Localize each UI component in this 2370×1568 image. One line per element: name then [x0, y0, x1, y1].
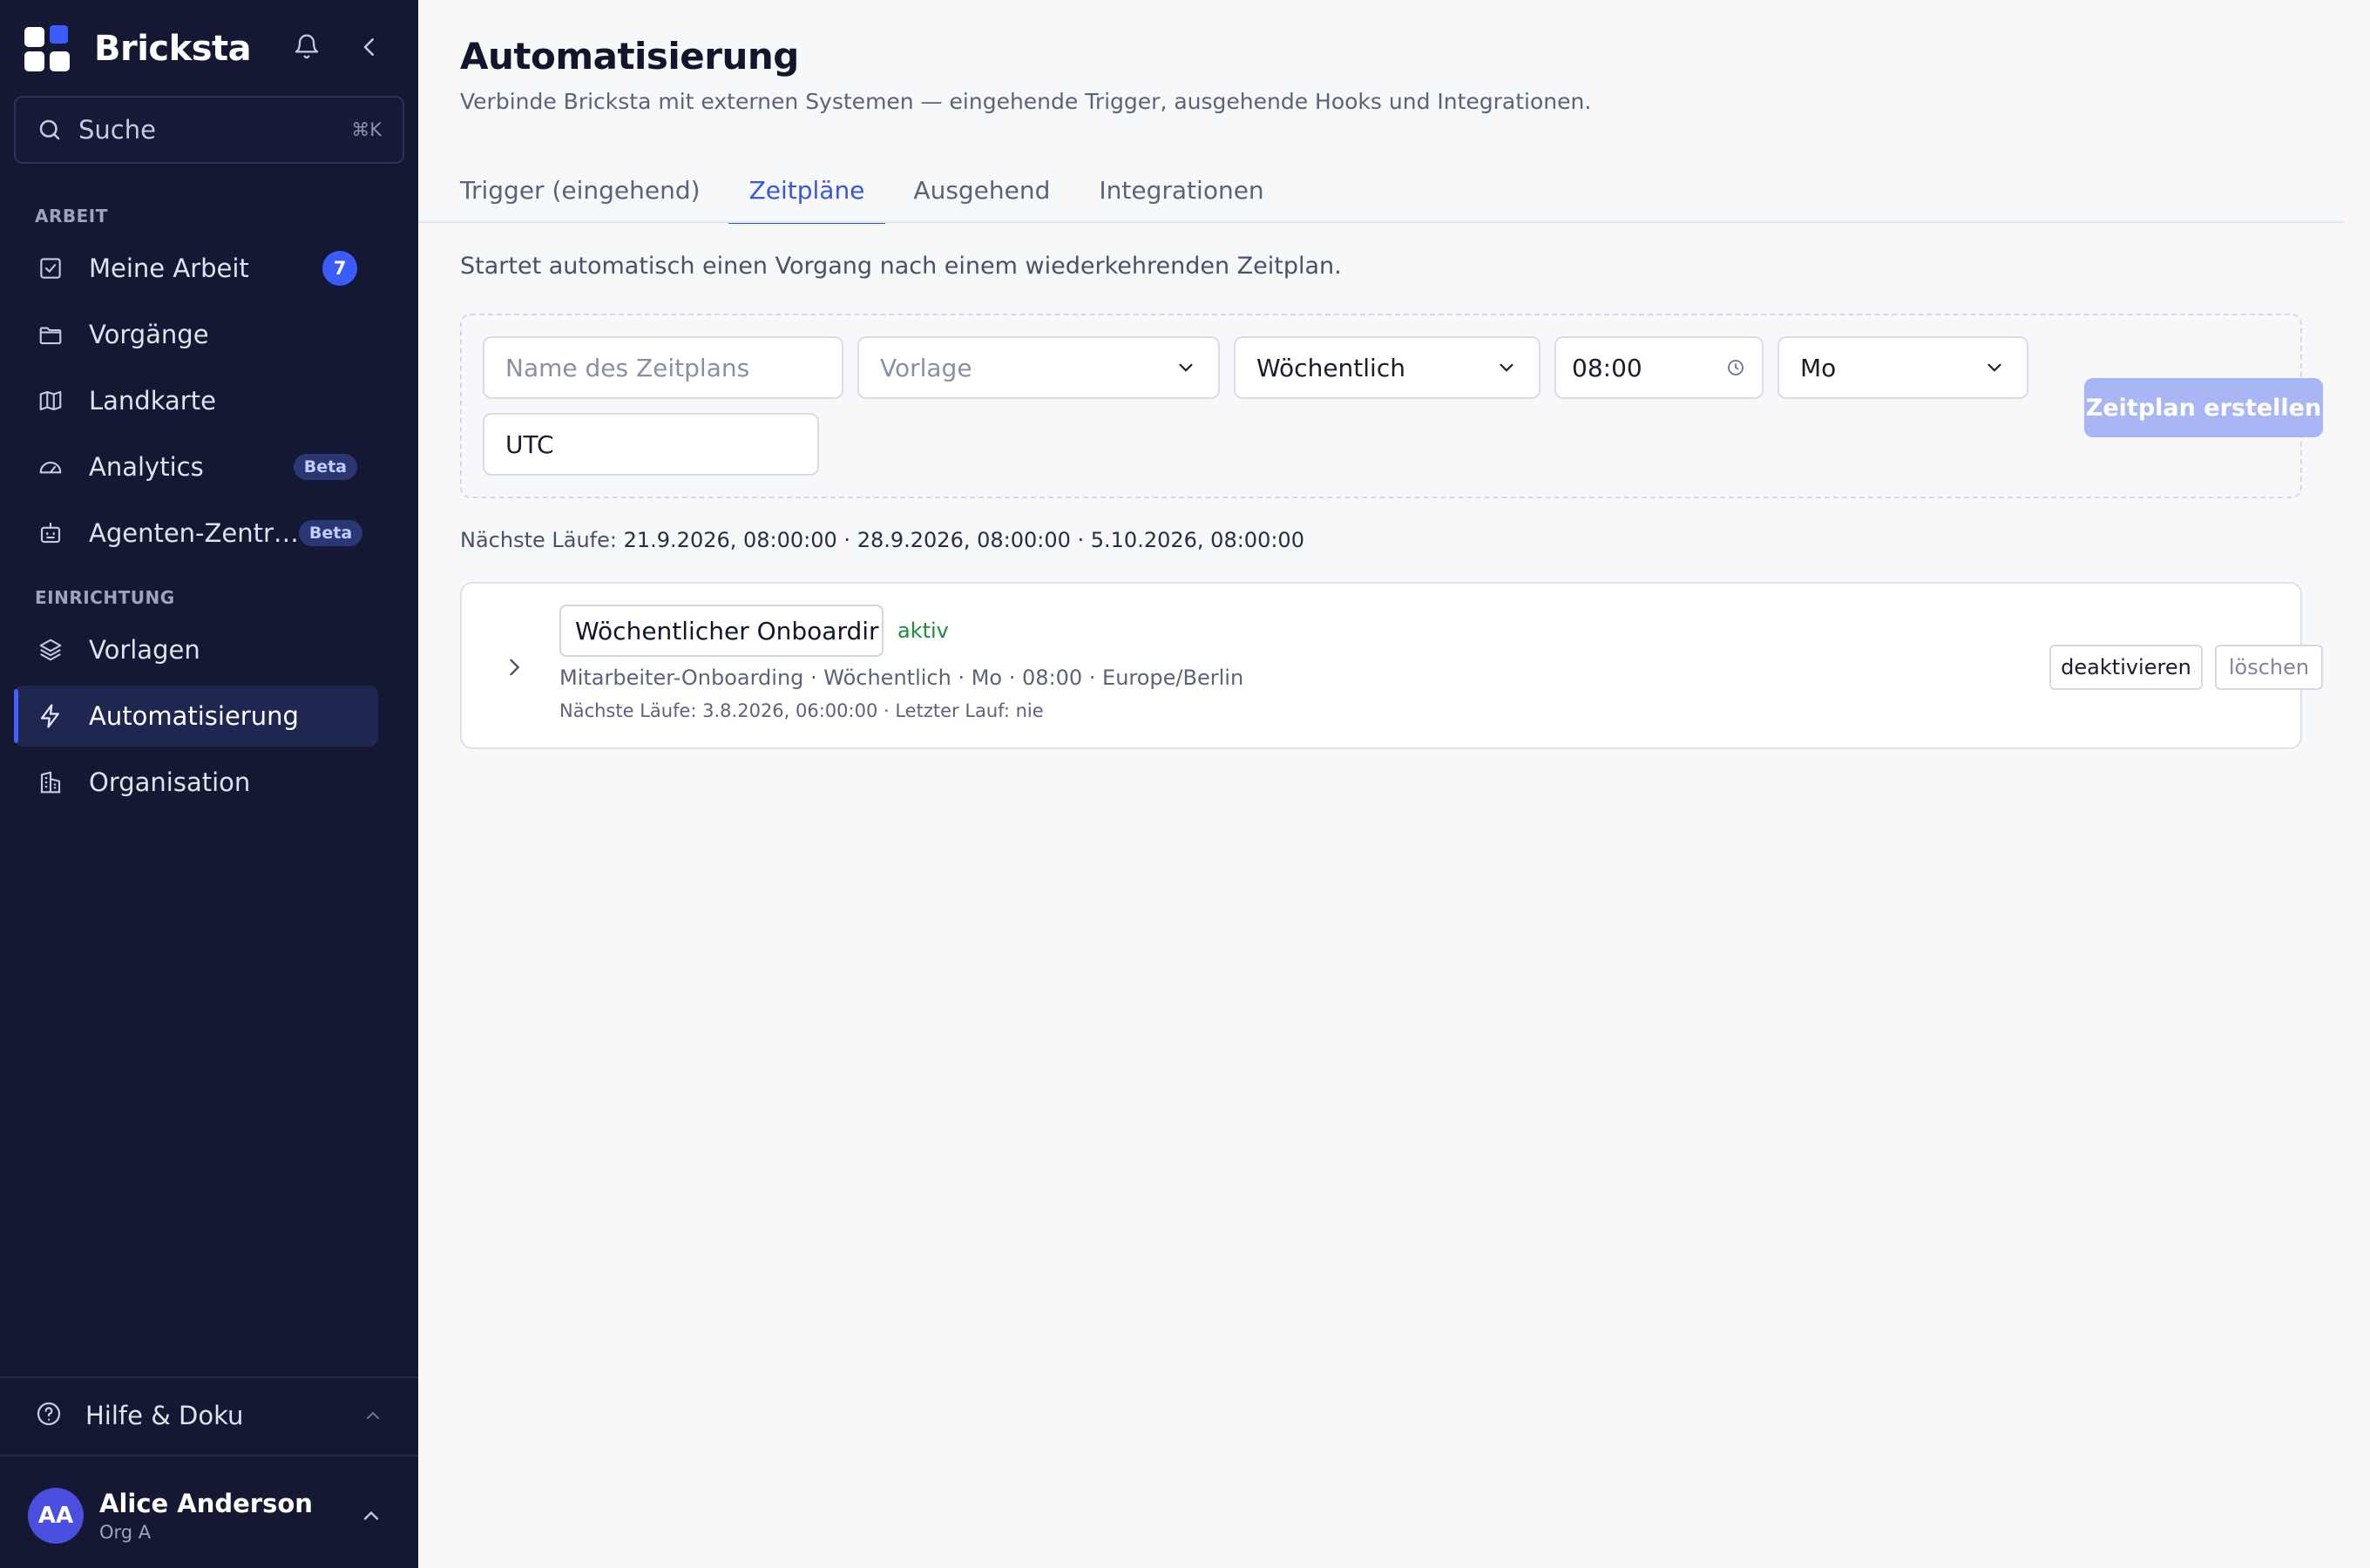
frequency-value: Wöchentlich: [1256, 353, 1405, 382]
brand-name: Bricksta: [94, 29, 252, 69]
template-select[interactable]: Vorlage: [857, 336, 1220, 399]
sidebar-item-processes[interactable]: Vorgänge: [14, 304, 378, 365]
search-icon: [39, 119, 60, 140]
sidebar-item-label: Meine Arbeit: [89, 253, 249, 283]
next-runs-values: 21.9.2026, 08:00:00 · 28.9.2026, 08:00:0…: [623, 528, 1304, 552]
bricksta-logo-icon: [24, 25, 71, 72]
sidebar: Bricksta Suche ⌘K ARBEIT Meine Arbeit 7 …: [0, 0, 418, 1568]
chevron-up-icon: [362, 1405, 383, 1426]
section-label-work: ARBEIT: [35, 206, 108, 226]
sidebar-item-label: Organisation: [89, 767, 251, 797]
time-input[interactable]: 08:00: [1554, 336, 1764, 399]
search-input[interactable]: Suche ⌘K: [14, 96, 404, 164]
search-label: Suche: [78, 115, 156, 145]
page-title: Automatisierung: [460, 35, 799, 78]
sidebar-item-map[interactable]: Landkarte: [14, 370, 378, 431]
tab-integrations[interactable]: Integrationen: [1078, 157, 1284, 223]
schedule-name-input[interactable]: Name des Zeitplans: [483, 336, 843, 399]
next-runs-preview: Nächste Läufe: 21.9.2026, 08:00:00 · 28.…: [460, 528, 1304, 552]
next-runs-label: Nächste Läufe:: [460, 528, 617, 552]
help-docs-button[interactable]: Hilfe & Doku: [14, 1385, 404, 1446]
folder-icon: [35, 319, 66, 350]
create-schedule-button[interactable]: Zeitplan erstellen: [2084, 378, 2323, 437]
robot-icon: [35, 517, 66, 549]
weekday-value: Mo: [1800, 353, 1837, 382]
tabs-divider: [418, 221, 2344, 223]
schedule-name-placeholder: Name des Zeitplans: [505, 353, 750, 382]
chevron-right-icon[interactable]: [497, 650, 532, 685]
sidebar-item-my-work[interactable]: Meine Arbeit 7: [14, 238, 378, 299]
schedule-form: Name des Zeitplans Vorlage Wöchentlich 0…: [460, 314, 2323, 498]
check-square-icon: [35, 253, 66, 284]
sidebar-item-agent-center[interactable]: Agenten-Zentr… Beta: [14, 503, 378, 564]
lightning-icon: [35, 700, 66, 732]
count-badge: 7: [322, 251, 357, 286]
sidebar-item-organisation[interactable]: Organisation: [14, 752, 378, 813]
sidebar-divider: [0, 1376, 418, 1378]
avatar: AA: [28, 1488, 84, 1544]
schedule-runs: Nächste Läufe: 3.8.2026, 06:00:00 · Letz…: [559, 700, 1044, 721]
section-label-setup: EINRICHTUNG: [35, 587, 175, 608]
user-name: Alice Anderson: [99, 1489, 313, 1518]
clock-icon: [1728, 360, 1744, 375]
sidebar-item-label: Landkarte: [89, 386, 216, 416]
tab-schedules[interactable]: Zeitpläne: [728, 157, 886, 224]
status-badge: aktiv: [897, 618, 949, 643]
section-intro: Startet automatisch einen Vorgang nach e…: [460, 253, 1342, 280]
beta-badge: Beta: [293, 454, 357, 480]
tab-outgoing[interactable]: Ausgehend: [892, 157, 1071, 223]
sidebar-divider: [0, 1455, 418, 1456]
delete-button[interactable]: löschen: [2215, 645, 2323, 690]
sidebar-item-label: Automatisierung: [89, 701, 299, 731]
timezone-input[interactable]: UTC: [483, 413, 819, 476]
timezone-value: UTC: [505, 429, 554, 459]
sidebar-item-label: Agenten-Zentr…: [89, 518, 299, 548]
sidebar-item-automation[interactable]: Automatisierung: [14, 686, 378, 747]
template-placeholder: Vorlage: [880, 353, 972, 382]
schedule-card: Wöchentlicher Onboardir aktiv Mitarbeite…: [460, 582, 2323, 749]
user-org: Org A: [99, 1522, 152, 1543]
brand[interactable]: Bricksta: [24, 24, 252, 73]
frequency-select[interactable]: Wöchentlich: [1234, 336, 1540, 399]
schedule-meta: Mitarbeiter-Onboarding · Wöchentlich · M…: [559, 666, 1244, 690]
sidebar-item-label: Vorlagen: [89, 635, 200, 665]
search-shortcut: ⌘K: [351, 119, 382, 140]
building-icon: [35, 767, 66, 798]
schedule-name-field[interactable]: Wöchentlicher Onboardir: [559, 605, 884, 657]
user-info: Alice Anderson Org A: [99, 1489, 359, 1543]
chevron-left-icon[interactable]: [352, 30, 387, 64]
sidebar-item-label: Analytics: [89, 452, 204, 482]
deactivate-button[interactable]: deaktivieren: [2049, 645, 2203, 690]
sidebar-item-templates[interactable]: Vorlagen: [14, 619, 378, 680]
main-content: Automatisierung Verbinde Bricksta mit ex…: [418, 0, 2370, 1568]
map-icon: [35, 385, 66, 416]
sidebar-item-label: Vorgänge: [89, 320, 209, 349]
user-menu[interactable]: AA Alice Anderson Org A: [14, 1481, 404, 1551]
gauge-icon: [35, 451, 66, 483]
sidebar-item-analytics[interactable]: Analytics Beta: [14, 436, 378, 497]
time-value: 08:00: [1572, 353, 1642, 382]
chevron-down-icon: [1987, 363, 2001, 372]
chevron-up-icon: [359, 1504, 383, 1528]
chevron-down-icon: [1179, 363, 1193, 372]
page-subtitle: Verbinde Bricksta mit externen Systemen …: [460, 89, 1592, 114]
help-circle-icon: [35, 1400, 63, 1431]
tab-bar: Trigger (eingehend) Zeitpläne Ausgehend …: [439, 157, 1292, 224]
tab-trigger[interactable]: Trigger (eingehend): [439, 157, 721, 223]
chevron-down-icon: [1500, 363, 1513, 372]
bell-icon[interactable]: [289, 30, 324, 64]
layers-icon: [35, 634, 66, 666]
help-label: Hilfe & Doku: [85, 1401, 244, 1430]
weekday-select[interactable]: Mo: [1778, 336, 2028, 399]
beta-badge: Beta: [298, 520, 363, 546]
